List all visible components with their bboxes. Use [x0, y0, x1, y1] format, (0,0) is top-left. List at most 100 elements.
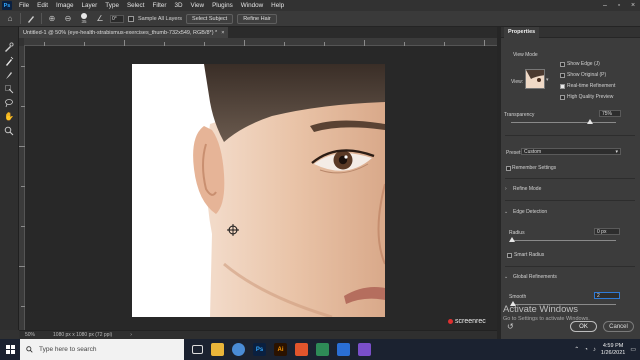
cancel-button[interactable]: Cancel [603, 321, 634, 332]
view-mode-thumbnail[interactable] [525, 69, 545, 89]
menu-select[interactable]: Select [123, 2, 149, 9]
windows-taskbar: Type here to search Ps Ai ⌃ ◔ ♪ 4:59 PM … [0, 339, 640, 360]
brush-size-value: 35 [81, 19, 87, 24]
system-tray: ⌃ ◔ ♪ 4:59 PM 1/26/2021 ▭ [574, 343, 640, 357]
view-mode-heading: View Mode [513, 52, 538, 58]
view-dropdown-chevron-icon[interactable]: ▾ [546, 77, 549, 83]
tab-close-icon[interactable]: × [221, 30, 224, 36]
task-view-icon[interactable] [192, 345, 203, 354]
document-tabs: Untitled-1 @ 50% (eye-health-strabismus-… [19, 27, 497, 38]
preset-select-value: Custom [524, 148, 542, 155]
realtime-refinement-label: Real-time Refinement [567, 83, 616, 89]
chevron-down-icon[interactable]: ⌄ [504, 274, 508, 280]
refine-edge-brush-icon[interactable] [2, 55, 16, 66]
radius-input[interactable]: 0 px [594, 228, 620, 235]
menu-image[interactable]: Image [52, 2, 78, 9]
high-quality-preview-checkbox[interactable] [560, 95, 565, 100]
remember-settings-label: Remember Settings [512, 165, 557, 171]
brush-tool-icon[interactable] [2, 69, 16, 80]
add-mode-icon[interactable]: ⊕ [46, 13, 58, 25]
taskbar-apps: Ps Ai [192, 343, 371, 356]
notifications-icon[interactable]: ▭ [630, 346, 636, 353]
app-icon-orange[interactable] [295, 343, 308, 356]
lasso-tool-icon[interactable] [2, 97, 16, 108]
reset-icon[interactable]: ↺ [507, 322, 516, 331]
maximize-icon[interactable]: ▫ [612, 2, 626, 9]
canvas-area[interactable]: screenrec [25, 46, 497, 330]
chevron-up-icon[interactable]: ⌃ [574, 346, 579, 353]
menu-window[interactable]: Window [237, 2, 267, 9]
volume-icon[interactable]: ♪ [593, 347, 596, 353]
home-icon[interactable]: ⌂ [4, 13, 16, 25]
close-icon[interactable]: × [626, 2, 640, 9]
windows-start-icon[interactable] [0, 339, 20, 360]
chevron-down-icon[interactable]: ⌄ [504, 209, 508, 215]
show-original-label: Show Original (P) [567, 72, 607, 78]
menu-bar: Ps File Edit Image Layer Type Select Fil… [0, 0, 640, 11]
show-edge-checkbox[interactable] [560, 62, 565, 67]
taskbar-clock[interactable]: 4:59 PM 1/26/2021 [601, 343, 625, 357]
taskbar-search-input[interactable]: Type here to search [20, 339, 184, 360]
app-icon-blue[interactable] [337, 343, 350, 356]
angle-input[interactable]: 0° [110, 14, 124, 23]
radius-slider-thumb[interactable] [509, 237, 515, 242]
subtract-mode-icon[interactable]: ⊖ [62, 13, 74, 25]
zoom-level[interactable]: 50% [25, 332, 35, 338]
menu-help[interactable]: Help [267, 2, 288, 9]
smooth-label: Smooth [509, 294, 527, 300]
brush-tool-icon[interactable] [25, 13, 37, 25]
status-arrow-icon[interactable]: › [130, 332, 132, 338]
menu-layer[interactable]: Layer [78, 2, 102, 9]
radius-slider-track[interactable] [511, 240, 616, 241]
file-explorer-icon[interactable] [211, 343, 224, 356]
chevron-down-icon: ▾ [615, 148, 618, 155]
edge-detection-heading[interactable]: Edge Detection [513, 209, 547, 215]
minimize-icon[interactable]: – [598, 2, 612, 9]
smooth-input[interactable]: 2 [594, 292, 620, 299]
show-original-checkbox[interactable] [560, 73, 565, 78]
preset-select[interactable]: Custom ▾ [521, 148, 621, 155]
brush-size-picker[interactable]: 35 [78, 13, 90, 24]
remember-settings-checkbox[interactable] [506, 166, 511, 171]
refine-hair-button[interactable]: Refine Hair [237, 13, 277, 24]
menu-plugins[interactable]: Plugins [208, 2, 237, 9]
record-dot-icon [448, 319, 453, 324]
properties-panel: Properties View Mode View: ▾ Show Edge (… [501, 26, 640, 339]
window-controls: – ▫ × [598, 2, 640, 9]
realtime-refinement-checkbox[interactable] [560, 84, 565, 89]
refine-mode-heading[interactable]: Refine Mode [513, 186, 541, 192]
screenrec-watermark: screenrec [448, 318, 486, 325]
status-bar: 50% 1080 px x 1080 px (72 ppi) › [19, 330, 497, 339]
ok-button[interactable]: OK [570, 321, 597, 332]
network-icon[interactable]: ◔ [584, 347, 588, 353]
clock-date: 1/26/2021 [600, 349, 626, 356]
menu-type[interactable]: Type [101, 2, 123, 9]
menu-file[interactable]: File [15, 2, 33, 9]
transparency-slider-track[interactable] [511, 122, 616, 123]
illustrator-taskbar-icon[interactable]: Ai [274, 343, 287, 356]
object-selection-tool-icon[interactable] [2, 83, 16, 94]
zoom-tool-icon[interactable] [2, 125, 16, 136]
global-refinements-heading[interactable]: Global Refinements [513, 274, 557, 280]
chrome-icon[interactable] [232, 343, 245, 356]
chevron-right-icon[interactable]: › [505, 186, 507, 192]
transparency-input[interactable]: 75% [599, 110, 621, 117]
sample-all-layers-checkbox[interactable] [128, 15, 134, 22]
photoshop-taskbar-icon[interactable]: Ps [253, 343, 266, 356]
document-tab[interactable]: Untitled-1 @ 50% (eye-health-strabismus-… [19, 27, 229, 38]
menu-edit[interactable]: Edit [33, 2, 52, 9]
divider [505, 266, 635, 267]
hand-tool-icon[interactable]: ✋ [2, 111, 16, 122]
select-subject-button[interactable]: Select Subject [186, 13, 234, 24]
activate-windows-title: Activate Windows [503, 304, 578, 315]
app-icon-purple[interactable] [358, 343, 371, 356]
smart-radius-checkbox[interactable] [507, 253, 512, 258]
transparency-slider-thumb[interactable] [586, 119, 593, 124]
quick-selection-tool-icon[interactable] [2, 41, 16, 52]
menu-view[interactable]: View [187, 2, 209, 9]
menu-filter[interactable]: Filter [148, 2, 170, 9]
divider [41, 13, 42, 24]
properties-tab[interactable]: Properties [504, 26, 540, 38]
app-icon-green[interactable] [316, 343, 329, 356]
menu-3d[interactable]: 3D [170, 2, 186, 9]
